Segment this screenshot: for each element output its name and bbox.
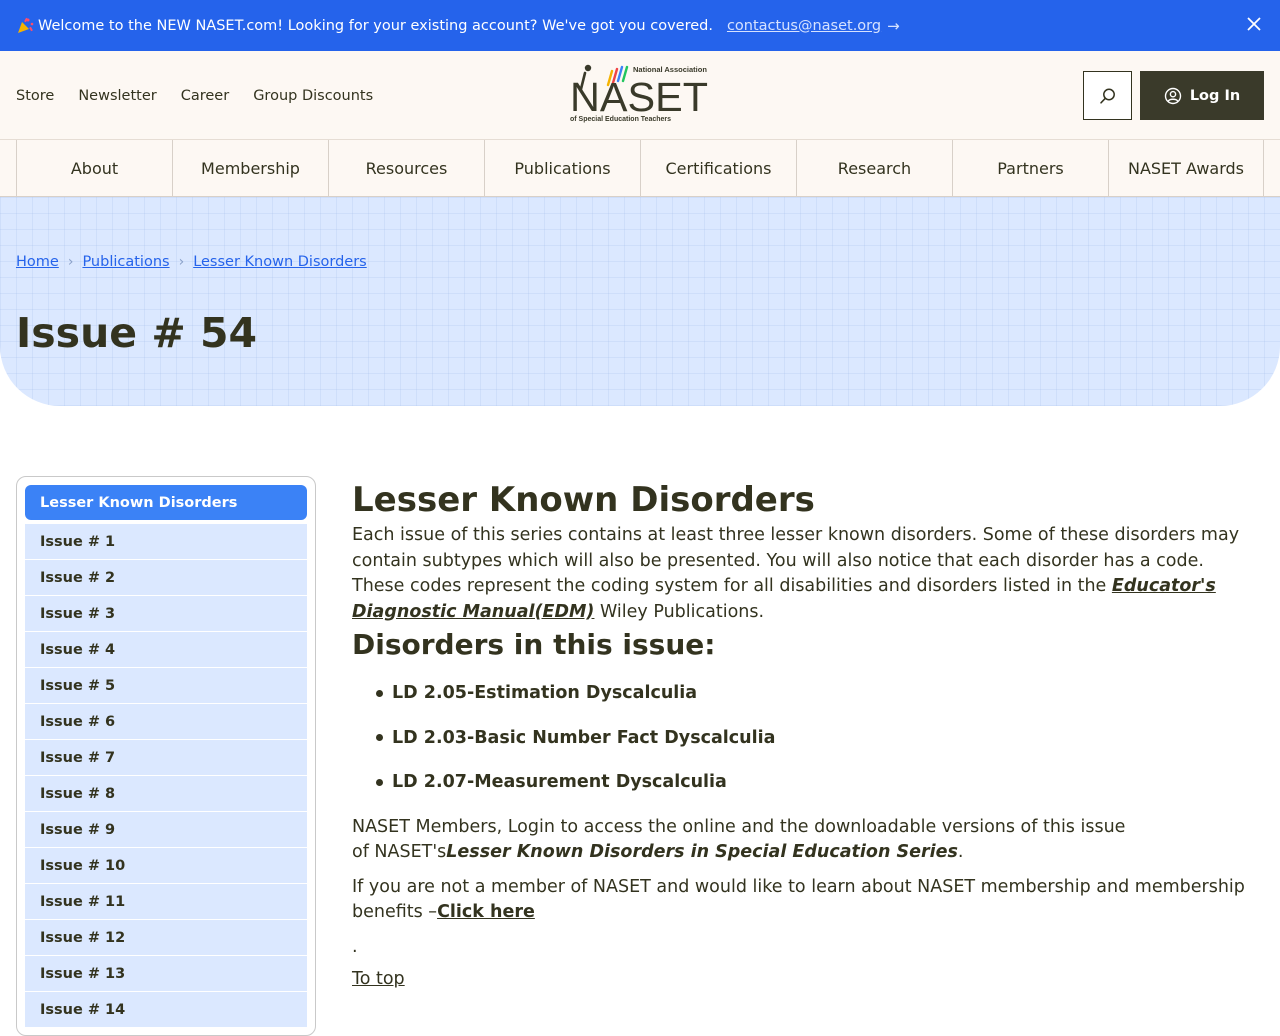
breadcrumb: Home › Publications › Lesser Known Disor…	[16, 254, 367, 270]
to-top-link[interactable]: To top	[352, 969, 405, 989]
sidebar-item-issue-6[interactable]: Issue # 6	[25, 704, 307, 739]
intro-tail: Wiley Publications.	[594, 601, 765, 622]
content-heading: Lesser Known Disorders	[352, 480, 815, 520]
arrow-right-icon[interactable]: →	[887, 17, 900, 35]
sidebar-heading[interactable]: Lesser Known Disorders	[25, 485, 307, 520]
sidebar-item-issue-8[interactable]: Issue # 8	[25, 776, 307, 811]
sidebar-item-issue-3[interactable]: Issue # 3	[25, 596, 307, 631]
sidebar-item-issue-7[interactable]: Issue # 7	[25, 740, 307, 775]
sidebar-item-issue-4[interactable]: Issue # 4	[25, 632, 307, 667]
page-hero: Home › Publications › Lesser Known Disor…	[0, 197, 1280, 406]
nonmember-paragraph: If you are not a member of NASET and wou…	[352, 875, 1252, 926]
util-link-career[interactable]: Career	[181, 88, 229, 104]
login-button[interactable]: Log In	[1140, 71, 1264, 120]
nav-item-naset-awards[interactable]: NASET Awards	[1108, 140, 1264, 196]
nav-item-about[interactable]: About	[16, 140, 172, 196]
intro-paragraph: Each issue of this series contains at le…	[352, 523, 1252, 625]
main-navigation: About Membership Resources Publications …	[0, 140, 1280, 197]
sidebar-item-issue-13[interactable]: Issue # 13	[25, 956, 307, 991]
naset-logo[interactable]: National Association NASET of Special Ed…	[568, 63, 714, 125]
sidebar-item-issue-5[interactable]: Issue # 5	[25, 668, 307, 703]
dot-paragraph: .	[352, 936, 358, 957]
logo-bottom-text: of Special Education Teachers	[570, 116, 671, 123]
nav-item-membership[interactable]: Membership	[172, 140, 328, 196]
series-tail: .	[957, 842, 964, 862]
disorders-list: LD 2.05-Estimation Dyscalculia LD 2.03-B…	[376, 681, 1252, 794]
sidebar-item-issue-1[interactable]: Issue # 1	[25, 524, 307, 559]
sidebar-item-issue-11[interactable]: Issue # 11	[25, 884, 307, 919]
members-paragraph: NASET Members, Login to access the onlin…	[352, 815, 1132, 866]
site-header: Store Newsletter Career Group Discounts …	[0, 51, 1280, 140]
breadcrumb-home[interactable]: Home	[16, 254, 59, 270]
nav-item-publications[interactable]: Publications	[484, 140, 640, 196]
util-link-store[interactable]: Store	[16, 88, 54, 104]
logo-top-text: National Association	[633, 65, 707, 74]
disorders-subheading: Disorders in this issue:	[352, 628, 716, 661]
click-here-link[interactable]: Click here	[437, 902, 535, 922]
contact-email-link[interactable]: contactus@naset.org	[727, 18, 881, 34]
nav-item-resources[interactable]: Resources	[328, 140, 484, 196]
breadcrumb-publications[interactable]: Publications	[82, 254, 169, 270]
issues-sidebar: Lesser Known Disorders Issue # 1 Issue #…	[16, 476, 316, 1036]
search-button[interactable]	[1083, 71, 1132, 120]
close-icon[interactable]	[1242, 12, 1266, 36]
list-item: LD 2.05-Estimation Dyscalculia	[376, 681, 1252, 705]
bullet-icon	[376, 734, 383, 741]
main-content: Lesser Known Disorders Each issue of thi…	[352, 480, 1252, 989]
chevron-right-icon: ›	[67, 254, 74, 270]
search-icon	[1099, 88, 1115, 104]
bullet-icon	[376, 689, 383, 697]
list-item: LD 2.07-Measurement Dyscalculia	[376, 770, 1252, 794]
announcement-message: Welcome to the NEW NASET.com! Looking fo…	[38, 17, 713, 34]
sidebar-item-issue-14[interactable]: Issue # 14	[25, 992, 307, 1027]
sidebar-item-issue-10[interactable]: Issue # 10	[25, 848, 307, 883]
util-link-newsletter[interactable]: Newsletter	[78, 88, 156, 104]
sidebar-issue-list: Issue # 1 Issue # 2 Issue # 3 Issue # 4 …	[25, 524, 307, 1028]
bullet-icon	[376, 778, 383, 786]
disorder-label: LD 2.07-Measurement Dyscalculia	[392, 772, 727, 792]
sidebar-item-issue-2[interactable]: Issue # 2	[25, 560, 307, 595]
nav-item-partners[interactable]: Partners	[952, 140, 1108, 196]
sidebar-item-issue-9[interactable]: Issue # 9	[25, 812, 307, 847]
breadcrumb-lesser-known-disorders[interactable]: Lesser Known Disorders	[193, 254, 367, 270]
announcement-bar: Welcome to the NEW NASET.com! Looking fo…	[0, 0, 1280, 51]
nav-item-research[interactable]: Research	[796, 140, 952, 196]
login-label: Log In	[1189, 87, 1241, 104]
utility-links: Store Newsletter Career Group Discounts	[16, 51, 373, 140]
user-icon	[1164, 87, 1182, 104]
confetti-icon	[18, 17, 34, 33]
intro-text: Each issue of this series contains at le…	[352, 525, 1240, 596]
logo-main-text: NASET	[570, 74, 708, 120]
chevron-right-icon: ›	[178, 254, 185, 270]
series-name: Lesser Known Disorders in Special Educat…	[446, 842, 958, 862]
page-title: Issue # 54	[16, 309, 258, 357]
util-link-group-discounts[interactable]: Group Discounts	[253, 88, 373, 104]
sidebar-item-issue-12[interactable]: Issue # 12	[25, 920, 307, 955]
disorder-label: LD 2.03-Basic Number Fact Dyscalculia	[392, 727, 776, 748]
list-item: LD 2.03-Basic Number Fact Dyscalculia	[376, 726, 1252, 750]
disorder-label: LD 2.05-Estimation Dyscalculia	[392, 683, 698, 703]
nav-item-certifications[interactable]: Certifications	[640, 140, 796, 196]
